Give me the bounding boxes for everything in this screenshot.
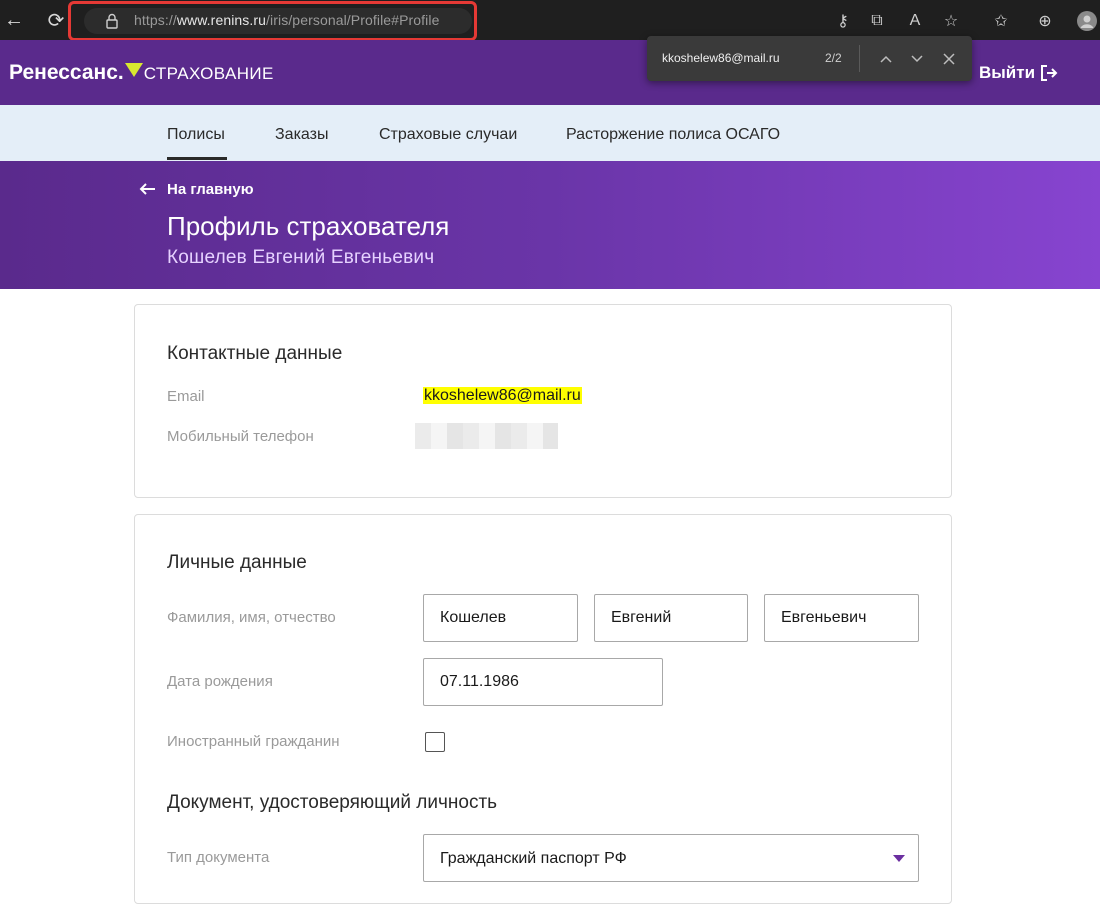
tab-insurance-cases[interactable]: Страховые случаи xyxy=(379,126,517,144)
find-divider xyxy=(859,45,860,72)
first-name-input[interactable] xyxy=(594,594,748,642)
birth-date-input[interactable] xyxy=(423,658,663,706)
find-query[interactable]: kkoshelew86@mail.ru xyxy=(662,51,780,65)
favorite-add-icon[interactable]: ☆ xyxy=(940,10,962,32)
tab-osago-termination[interactable]: Расторжение полиса ОСАГО xyxy=(566,126,780,144)
profile-hero xyxy=(0,161,1100,289)
back-icon[interactable]: ← xyxy=(0,6,28,34)
find-previous-icon[interactable] xyxy=(875,48,897,70)
contact-section-title: Контактные данные xyxy=(167,343,343,364)
tab-orders[interactable]: Заказы xyxy=(275,126,328,144)
tab-policies[interactable]: Полисы xyxy=(167,126,225,144)
document-type-label: Тип документа xyxy=(167,849,270,866)
key-icon[interactable]: ⚷ xyxy=(832,10,854,32)
arrow-left-icon[interactable] xyxy=(138,180,156,201)
find-close-icon[interactable] xyxy=(938,48,960,70)
document-type-value: Гражданский паспорт РФ xyxy=(440,850,627,867)
profile-avatar-icon[interactable] xyxy=(1076,10,1098,32)
read-aloud-icon[interactable]: A xyxy=(904,10,926,32)
find-count: 2/2 xyxy=(825,51,842,65)
find-bar: kkoshelew86@mail.ru 2/2 xyxy=(647,36,972,81)
logo-sub-text: СТРАХОВАНИЕ xyxy=(143,64,274,83)
phone-label: Мобильный телефон xyxy=(167,428,314,445)
favorites-icon[interactable]: ✩ xyxy=(990,10,1012,32)
personal-section-title: Личные данные xyxy=(167,552,307,573)
back-to-home-link[interactable]: На главную xyxy=(167,181,254,198)
last-name-input[interactable] xyxy=(423,594,578,642)
address-bar-highlight xyxy=(68,1,477,41)
logo-triangle-icon xyxy=(124,63,143,77)
dropdown-caret-icon[interactable] xyxy=(893,855,905,862)
document-section-title: Документ, удостоверяющий личность xyxy=(167,792,498,813)
collections-icon[interactable]: ⊕ xyxy=(1034,10,1056,32)
foreign-citizen-label: Иностранный гражданин xyxy=(167,733,340,750)
email-label: Email xyxy=(167,388,205,405)
extension-icon[interactable]: ⧉ xyxy=(866,10,888,32)
middle-name-input[interactable] xyxy=(764,594,919,642)
reload-icon[interactable]: ⟳ xyxy=(42,6,70,34)
logout-button[interactable]: Выйти xyxy=(979,63,1035,83)
email-highlight: kkoshelew86@mail.ru xyxy=(423,387,582,404)
logout-icon[interactable] xyxy=(1040,64,1058,82)
fio-label: Фамилия, имя, отчество xyxy=(167,609,336,626)
active-tab-indicator xyxy=(167,157,227,160)
phone-value-redacted xyxy=(415,423,558,449)
logo[interactable]: Ренессанс. СТРАХОВАНИЕ xyxy=(9,61,274,85)
email-value: kkoshelew86@mail.ru xyxy=(423,387,582,405)
foreign-citizen-checkbox[interactable] xyxy=(425,732,445,752)
logo-main-text: Ренессанс xyxy=(9,61,118,84)
find-next-icon[interactable] xyxy=(906,48,928,70)
main-nav xyxy=(0,105,1100,161)
birth-date-label: Дата рождения xyxy=(167,673,273,690)
insured-name: Кошелев Евгений Евгеньевич xyxy=(167,247,435,268)
page-title: Профиль страхователя xyxy=(167,211,450,241)
